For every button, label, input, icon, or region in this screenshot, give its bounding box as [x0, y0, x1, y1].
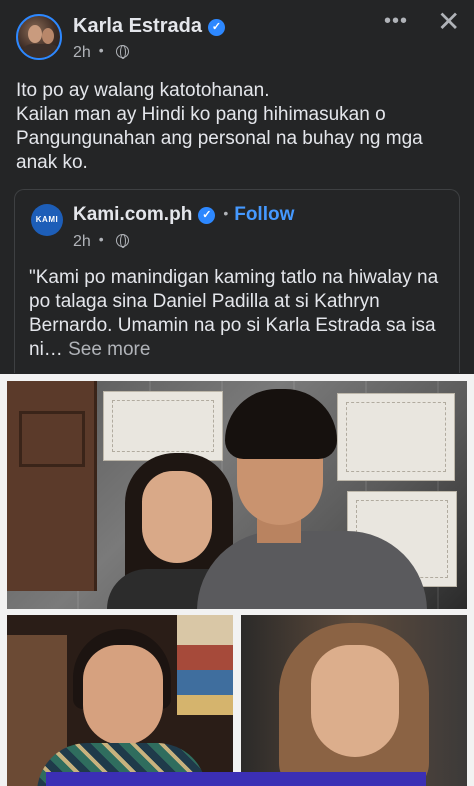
more-options-icon[interactable]: ••• — [384, 10, 408, 33]
shared-post-meta: 2h • — [73, 231, 129, 251]
image-caption-banner — [46, 772, 426, 786]
portrait-face — [311, 645, 399, 757]
photo-collage[interactable] — [0, 374, 474, 786]
follow-button[interactable]: Follow — [234, 204, 294, 225]
painted-houses-background — [177, 615, 233, 715]
author-name-text[interactable]: Karla Estrada — [73, 15, 202, 37]
avatar-shirt — [22, 44, 60, 58]
couple-photo[interactable] — [7, 381, 467, 609]
kami-logo[interactable]: KAMI — [31, 204, 63, 236]
meta-separator: • — [98, 42, 104, 58]
author-avatar[interactable] — [16, 14, 62, 60]
post-line: Ito po ay walang katotohanan. — [16, 80, 270, 101]
post-line: Kailan man ay Hindi ko pang hihimasukan … — [16, 104, 386, 125]
shared-page-name[interactable]: Kami.com.ph — [73, 204, 192, 225]
post-time[interactable]: 2h — [73, 44, 91, 61]
shared-page-header: Kami.com.ph ✓ • Follow — [73, 204, 294, 226]
avatar-face-secondary — [42, 28, 54, 44]
shared-post-time[interactable]: 2h — [73, 233, 91, 250]
close-icon[interactable]: ✕ — [437, 6, 460, 38]
shared-post-text: "Kami po manindigan kaming tatlo na hiwa… — [29, 266, 449, 362]
meta-separator: • — [98, 231, 104, 247]
avatar-face — [28, 25, 42, 43]
globe-icon — [115, 234, 129, 248]
verified-badge-icon: ✓ — [198, 207, 216, 224]
woman-face — [142, 471, 212, 563]
portrait-photo[interactable] — [241, 615, 467, 786]
wall-sketch — [103, 391, 223, 461]
verified-badge-icon: ✓ — [207, 19, 225, 36]
post-body: Ito po ay walang katotohanan. Kailan man… — [16, 79, 466, 175]
post-line: Pangungunahan ang personal na buhay ng m… — [16, 128, 423, 149]
post-meta: 2h • — [73, 42, 129, 62]
post-line: anak ko. — [16, 152, 88, 173]
header-separator: • — [223, 205, 229, 221]
post-header: Karla Estrada ✓ 2h • ••• ✕ — [0, 0, 474, 66]
wall-sketch — [337, 393, 455, 481]
older-woman-photo[interactable] — [7, 615, 233, 786]
shared-post-card[interactable]: KAMI Kami.com.ph ✓ • Follow 2h • "Kami po ma… — [14, 189, 460, 373]
wooden-cabinet — [7, 381, 97, 591]
older-woman-face — [83, 645, 163, 745]
author-name[interactable]: Karla Estrada ✓ — [73, 15, 225, 38]
see-more-link[interactable]: See more — [68, 339, 150, 360]
globe-icon — [115, 45, 129, 59]
